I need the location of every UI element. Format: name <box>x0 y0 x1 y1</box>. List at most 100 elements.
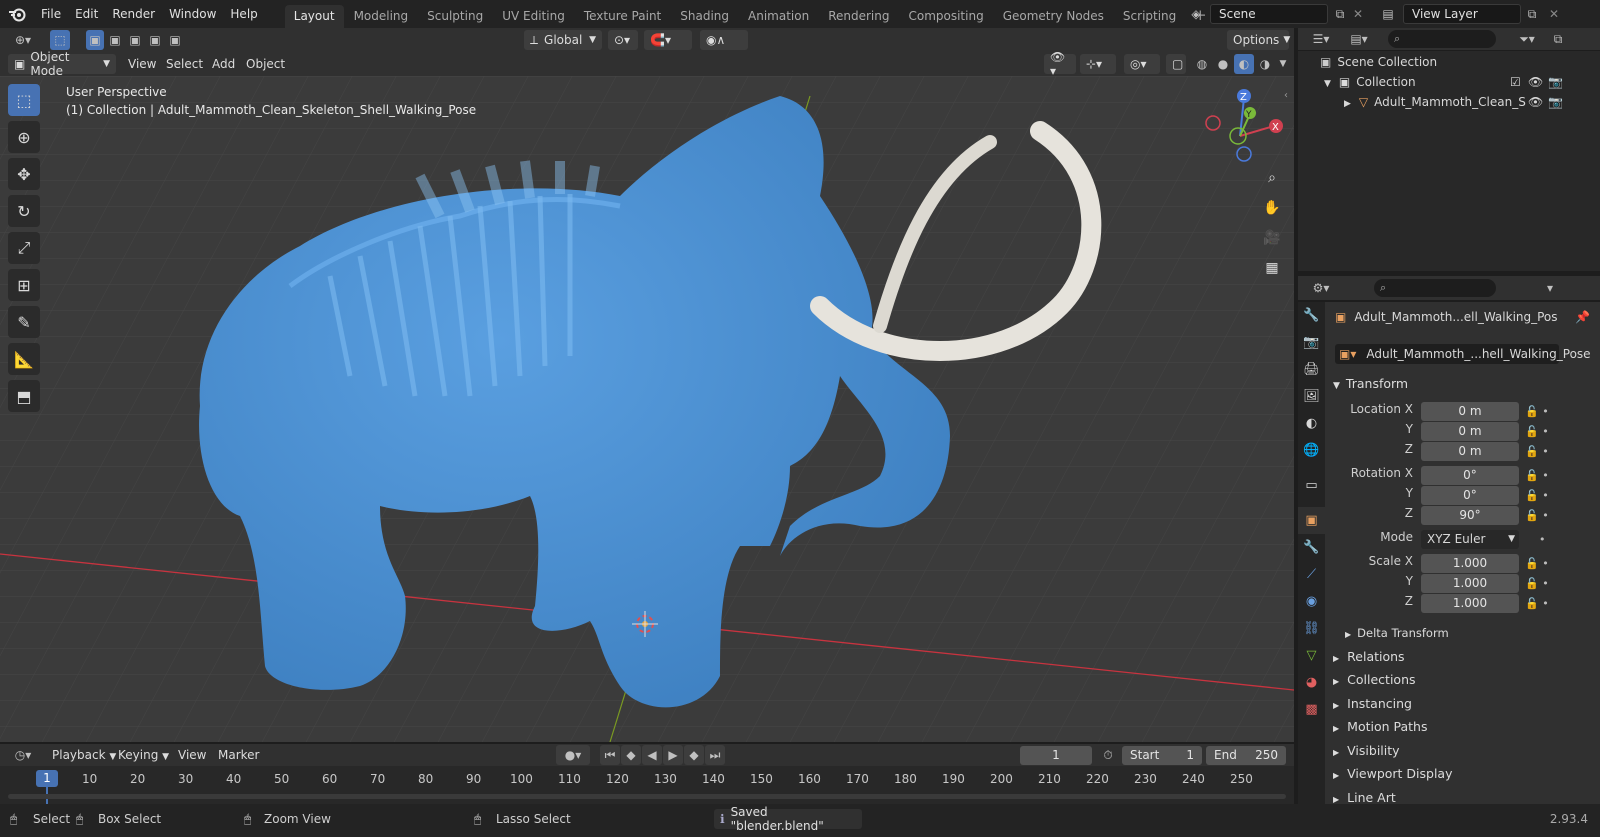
save-report[interactable]: ℹ Saved "blender.blend" <box>714 805 862 833</box>
3d-viewport[interactable]: Z X Y User Perspective (1) Collection | … <box>0 76 1294 742</box>
camera-view-icon[interactable]: 🎥 <box>1259 225 1285 251</box>
lock-icon[interactable]: 🔓 • <box>1525 422 1565 442</box>
timeline-ruler[interactable]: 1 10 20 30 40 50 60 70 80 90 100 110 120… <box>0 766 1294 804</box>
rendered-shading-icon[interactable]: ◑ <box>1255 54 1275 74</box>
collections-panel-header[interactable]: ▶ Collections <box>1333 668 1416 691</box>
prev-keyframe-icon[interactable]: ◆ <box>621 745 641 765</box>
object-datablock-field[interactable]: ▣▾ Adult_Mammoth_...hell_Walking_Pose <box>1335 344 1591 364</box>
new-scene-icon[interactable]: ⧉ <box>1330 4 1350 24</box>
lock-icon[interactable]: 🔓 • <box>1525 466 1565 486</box>
eye-icon[interactable]: 👁 <box>1528 72 1543 92</box>
delta-transform-header[interactable]: ▶ Delta Transform <box>1345 622 1449 645</box>
xray-toggle-icon[interactable]: ▢ <box>1166 54 1186 74</box>
menu-edit[interactable]: Edit <box>68 0 105 28</box>
viewport-menu-select[interactable]: Select <box>160 54 209 74</box>
lock-icon[interactable]: 🔓 • <box>1525 486 1565 506</box>
shading-options-icon[interactable]: ▼ <box>1276 54 1290 74</box>
scene-tab-icon[interactable]: ◐ <box>1298 410 1325 437</box>
tab-sculpting[interactable]: Sculpting <box>418 5 492 28</box>
rotation-x-field[interactable]: 0° <box>1421 466 1519 485</box>
lock-icon[interactable]: 🔓 • <box>1525 574 1565 594</box>
instancing-panel-header[interactable]: ▶ Instancing <box>1333 692 1412 715</box>
next-keyframe-icon[interactable]: ◆ <box>684 745 704 765</box>
orientation-dropdown[interactable]: ⟂ Global ▼ <box>524 30 602 50</box>
move-tool-icon[interactable]: ✥ <box>8 158 40 190</box>
tab-modeling[interactable]: Modeling <box>345 5 418 28</box>
tab-rendering[interactable]: Rendering <box>819 5 898 28</box>
location-z-field[interactable]: 0 m <box>1421 442 1519 461</box>
timeline-menu-view[interactable]: View <box>172 745 212 765</box>
camera-render-icon[interactable]: 📷 <box>1548 92 1563 112</box>
view-layer-tab-icon[interactable]: 🖼 <box>1298 383 1325 410</box>
viewport-menu-add[interactable]: Add <box>206 54 241 74</box>
scale-y-field[interactable]: 1.000 <box>1421 574 1519 593</box>
constraints-tab-icon[interactable]: ⛓ <box>1298 615 1325 642</box>
object-name-label[interactable]: Adult_Mammoth...ell_Walking_Pos <box>1354 310 1557 324</box>
start-frame-field[interactable]: Start 1 <box>1122 746 1202 765</box>
editor-type-icon[interactable]: ⊕▾ <box>8 30 38 50</box>
relations-panel-header[interactable]: ▶ Relations <box>1333 645 1405 668</box>
menu-window[interactable]: Window <box>162 0 223 28</box>
lock-icon[interactable]: 🔓 • <box>1525 442 1565 462</box>
add-cube-tool-icon[interactable]: ⬒ <box>8 380 40 412</box>
delete-view-layer-icon[interactable]: ✕ <box>1544 4 1564 24</box>
tab-uv-editing[interactable]: UV Editing <box>493 5 574 28</box>
timeline-scrollbar[interactable] <box>8 794 1286 799</box>
tab-layout[interactable]: Layout <box>284 5 344 28</box>
jump-start-icon[interactable]: ⏮ <box>600 745 620 765</box>
visibility-panel-header[interactable]: ▶ Visibility <box>1333 739 1400 762</box>
rotation-y-field[interactable]: 0° <box>1421 486 1519 505</box>
transform-panel-header[interactable]: ▼ Transform <box>1333 372 1408 395</box>
playhead-indicator[interactable]: 1 <box>36 770 58 787</box>
particles-tab-icon[interactable]: ⟋ <box>1298 561 1325 588</box>
blender-logo-icon[interactable] <box>0 0 34 28</box>
end-frame-field[interactable]: End 250 <box>1206 746 1286 765</box>
modifier-tab-icon[interactable]: 🔧 <box>1298 534 1325 561</box>
mode-dropdown[interactable]: ▣ Object Mode ▼ <box>8 50 116 78</box>
measure-tool-icon[interactable]: 📐 <box>8 343 40 375</box>
sidebar-toggle-icon[interactable]: ‹ <box>1284 90 1288 101</box>
collection-tab-icon[interactable]: ▭ <box>1298 472 1325 499</box>
new-collection-icon[interactable]: ⧉ <box>1548 29 1568 49</box>
material-shading-icon[interactable]: ◐ <box>1234 54 1254 74</box>
preview-range-icon[interactable]: ⏱ <box>1098 745 1118 765</box>
timeline-editor-type-icon[interactable]: ◷▾ <box>8 745 38 765</box>
zoom-icon[interactable]: ⌕ <box>1259 165 1285 191</box>
overlay-toggle[interactable]: ◎▾ <box>1124 54 1160 74</box>
menu-render[interactable]: Render <box>105 0 162 28</box>
proportional-edit-dropdown[interactable]: ◉∧ <box>700 30 748 50</box>
render-tab-icon[interactable]: 📷 <box>1298 329 1325 356</box>
delete-scene-icon[interactable]: ✕ <box>1348 4 1368 24</box>
tool-tab-icon[interactable]: 🔧 <box>1298 302 1325 329</box>
solid-shading-icon[interactable]: ● <box>1213 54 1233 74</box>
current-frame-field[interactable]: 1 <box>1020 746 1092 765</box>
collection-checkbox-icon[interactable]: ☑ <box>1510 72 1521 92</box>
menu-help[interactable]: Help <box>223 0 264 28</box>
gizmo-toggle[interactable]: ⊹▾ <box>1080 54 1116 74</box>
select-subtract-icon[interactable]: ▣ <box>126 30 144 50</box>
scene-name-field[interactable]: Scene <box>1210 4 1328 24</box>
eye-icon[interactable]: 👁 <box>1528 92 1544 112</box>
outliner-editor-type-icon[interactable]: ☰▾ <box>1306 29 1336 49</box>
scale-x-field[interactable]: 1.000 <box>1421 554 1519 573</box>
tab-scripting[interactable]: Scripting <box>1114 5 1185 28</box>
tab-geometry-nodes[interactable]: Geometry Nodes <box>994 5 1113 28</box>
keyframe-dot-icon[interactable]: • <box>1525 530 1565 550</box>
select-extend-icon[interactable]: ▣ <box>106 30 124 50</box>
tab-animation[interactable]: Animation <box>739 5 818 28</box>
object-tab-icon[interactable]: ▣ <box>1298 507 1325 534</box>
select-box-tool-icon[interactable]: ⬚ <box>8 84 40 116</box>
display-mode-icon[interactable]: ▤▾ <box>1344 29 1374 49</box>
auto-keying-icon[interactable]: ●▾ <box>556 745 590 765</box>
select-invert-icon[interactable]: ▣ <box>146 30 164 50</box>
menu-file[interactable]: File <box>34 0 68 28</box>
annotate-tool-icon[interactable]: ✎ <box>8 306 40 338</box>
filter-icon[interactable]: ⏷▾ <box>1512 29 1542 49</box>
location-y-field[interactable]: 0 m <box>1421 422 1519 441</box>
physics-tab-icon[interactable]: ◉ <box>1298 588 1325 615</box>
location-x-field[interactable]: 0 m <box>1421 402 1519 421</box>
snap-dropdown[interactable]: 🧲▾ <box>644 30 692 50</box>
lock-icon[interactable]: 🔓 • <box>1525 402 1565 422</box>
timeline-menu-marker[interactable]: Marker <box>212 745 265 765</box>
outliner-row-scene-collection[interactable]: ▣ Scene Collection <box>1298 52 1600 72</box>
